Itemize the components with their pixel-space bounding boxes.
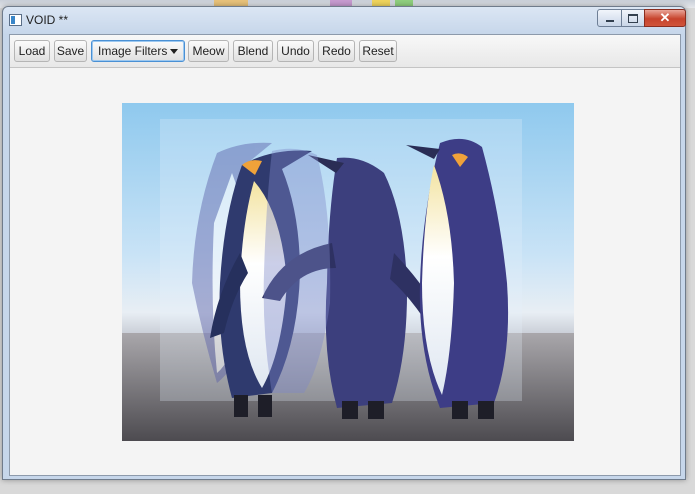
close-button[interactable]: ✕ xyxy=(644,9,686,27)
title-bar[interactable]: VOID ** ✕ xyxy=(3,7,686,33)
penguins-image xyxy=(122,103,574,441)
toolbar: Load Save Image Filters Meow Blend Undo … xyxy=(10,35,680,68)
reset-button[interactable]: Reset xyxy=(359,40,397,62)
load-button[interactable]: Load xyxy=(14,40,50,62)
save-button[interactable]: Save xyxy=(54,40,87,62)
blend-button[interactable]: Blend xyxy=(233,40,273,62)
redo-button[interactable]: Redo xyxy=(318,40,355,62)
image-canvas[interactable] xyxy=(122,103,574,441)
window-title: VOID ** xyxy=(26,13,69,27)
maximize-icon xyxy=(628,13,638,23)
chevron-down-icon xyxy=(170,49,178,54)
minimize-button[interactable] xyxy=(597,9,622,27)
image-filters-select[interactable]: Image Filters xyxy=(91,40,185,62)
undo-button[interactable]: Undo xyxy=(277,40,314,62)
maximize-button[interactable] xyxy=(621,9,645,27)
meow-button[interactable]: Meow xyxy=(188,40,229,62)
image-filters-value: Image Filters xyxy=(98,44,168,58)
close-icon: ✕ xyxy=(659,10,671,25)
app-icon xyxy=(9,14,22,26)
minimize-icon xyxy=(605,20,614,22)
app-window: VOID ** ✕ Load Save Image Filters Meow B… xyxy=(2,6,686,480)
client-area: Load Save Image Filters Meow Blend Undo … xyxy=(9,34,681,476)
